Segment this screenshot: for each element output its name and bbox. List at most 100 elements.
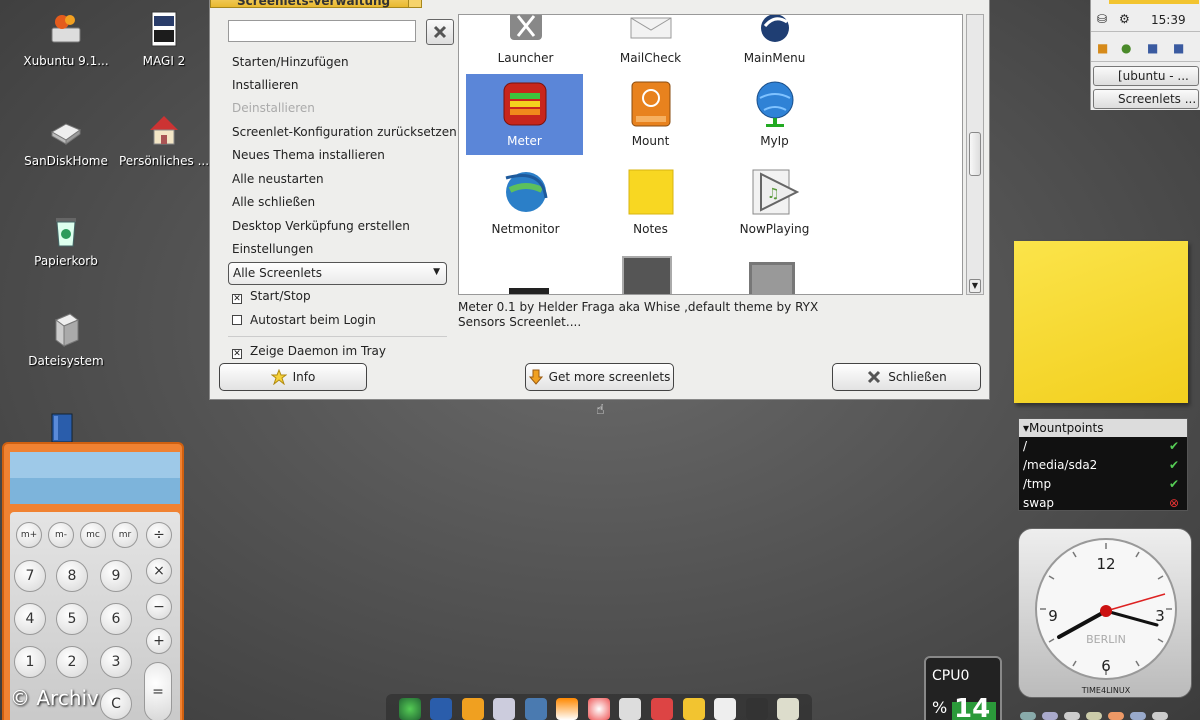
screenlet-item-launcher[interactable]: Launcher	[467, 15, 584, 65]
menu-desktop-link[interactable]: Desktop Verküpfung erstellen	[232, 219, 410, 233]
mountpoints-widget[interactable]: ▾Mountpoints / ✔ /media/sda2 ✔ /tmp ✔ swap ⊗	[1018, 418, 1188, 511]
screenlet-item-netmonitor[interactable]: Netmonitor	[467, 168, 584, 249]
calc-key-equals[interactable]: =	[144, 662, 172, 720]
calc-key-mr[interactable]: mr	[112, 522, 138, 548]
dock-disc-icon[interactable]	[587, 698, 610, 720]
dock-games-icon[interactable]	[651, 698, 674, 720]
screenlet-item-partial[interactable]	[622, 256, 672, 294]
desktop-icon-sandisk[interactable]: SanDiskHome	[18, 110, 114, 168]
screenlet-item-mailcheck[interactable]: MailCheck	[592, 15, 709, 65]
search-input[interactable]	[228, 20, 416, 42]
browser-icon[interactable]: ●	[1121, 41, 1131, 55]
scroll-down-button[interactable]: ▼	[969, 279, 981, 293]
grid-scrollbar[interactable]: ▼	[966, 14, 984, 295]
tray-icon[interactable]	[1108, 712, 1124, 720]
screenlet-item-notes[interactable]: Notes	[592, 168, 709, 249]
globe-icon	[751, 80, 799, 128]
dock-mail-icon[interactable]	[430, 698, 453, 720]
cpu-meter-widget[interactable]: CPU0 % 14	[924, 656, 1002, 720]
dock-vlc-icon[interactable]	[556, 698, 579, 720]
desktop-icon-label: Xubuntu 9.1...	[23, 54, 109, 68]
screenlet-item-partial[interactable]	[749, 262, 795, 294]
calc-key-mplus[interactable]: m+	[16, 522, 42, 548]
calc-key-mminus[interactable]: m-	[48, 522, 74, 548]
calc-key-9[interactable]: 9	[100, 560, 132, 592]
tray-icon[interactable]	[1042, 712, 1058, 720]
tray-icon[interactable]	[1152, 712, 1168, 720]
dock-terminal-icon[interactable]	[745, 698, 768, 720]
notes-widget[interactable]	[1014, 241, 1188, 403]
screenlet-description: Meter 0.1 by Helder Fraga aka Whise ,def…	[458, 300, 819, 329]
calc-key-mc[interactable]: mc	[80, 522, 106, 548]
calc-key-1[interactable]: 1	[14, 646, 46, 678]
calc-key-plus[interactable]: +	[146, 628, 172, 654]
check-daemon-tray[interactable]: ✕ Zeige Daemon im Tray	[232, 344, 386, 359]
taskbar-item-ubuntu[interactable]: [ubuntu - ...	[1093, 66, 1199, 86]
dock-network-icon[interactable]	[524, 698, 547, 720]
screenlet-item-nowplaying[interactable]: ♫ NowPlaying	[716, 168, 833, 249]
dock-editor-icon[interactable]	[493, 698, 516, 720]
calc-key-2[interactable]: 2	[56, 646, 88, 678]
menu-uninstall[interactable]: Deinstallieren	[232, 101, 315, 115]
menu-close-all[interactable]: Alle schließen	[232, 195, 315, 209]
desktop-icon-trash[interactable]: Papierkorb	[18, 210, 114, 268]
screenlet-item-partial[interactable]	[509, 288, 549, 294]
get-more-screenlets-button[interactable]: Get more screenlets	[525, 363, 674, 391]
tray-icon[interactable]	[1020, 712, 1036, 720]
network-icon[interactable]: ⛁	[1097, 12, 1107, 26]
taskbar-item-screenlets[interactable]: Screenlets ...	[1093, 89, 1199, 109]
package-icon[interactable]: ■	[1097, 41, 1108, 55]
menu-reset-config[interactable]: Screenlet-Konfiguration zurücksetzen	[232, 125, 457, 139]
calc-key-multiply[interactable]: ×	[146, 558, 172, 584]
calc-key-6[interactable]: 6	[100, 603, 132, 635]
menu-start-add[interactable]: Starten/Hinzufügen	[232, 55, 349, 69]
close-button[interactable]: Schließen	[832, 363, 981, 391]
tray-icon[interactable]	[1130, 712, 1146, 720]
filter-select[interactable]: Alle Screenlets ▼	[228, 262, 447, 285]
clear-search-button[interactable]	[426, 19, 454, 45]
calc-key-7[interactable]: 7	[14, 560, 46, 592]
calc-key-3[interactable]: 3	[100, 646, 132, 678]
dock-graphics-icon[interactable]	[619, 698, 642, 720]
launcher-icon	[502, 15, 550, 47]
dock-people-icon[interactable]	[461, 698, 484, 720]
calc-key-divide[interactable]: ÷	[146, 522, 172, 548]
clock-widget[interactable]: 12 3 6 9 BERLIN TIME4LINUX	[1018, 528, 1192, 698]
menu-settings[interactable]: Einstellungen	[232, 242, 313, 256]
menu-install-theme[interactable]: Neues Thema installieren	[232, 148, 385, 162]
book-icon[interactable]	[48, 412, 76, 443]
tray-icon[interactable]	[1064, 712, 1080, 720]
mountpoints-header[interactable]: ▾Mountpoints	[1019, 419, 1187, 437]
desktop-icon-home[interactable]: Persönliches ...	[116, 110, 212, 168]
tray-icon[interactable]	[1086, 712, 1102, 720]
check-start-stop[interactable]: ✕ Start/Stop	[232, 289, 311, 304]
screenlet-item-mount[interactable]: Mount	[592, 74, 709, 155]
check-autostart[interactable]: Autostart beim Login	[232, 313, 376, 327]
panel-clock[interactable]: 15:39	[1151, 13, 1186, 27]
calculator-widget[interactable]: m+ m- mc mr ÷ 7 8 9 × 4 5 6 − + 1 2 3 = …	[2, 442, 184, 720]
calc-key-minus[interactable]: −	[146, 594, 172, 620]
screenlet-item-meter[interactable]: Meter	[466, 74, 583, 155]
dock-notes-icon[interactable]	[777, 698, 800, 720]
desktop-icon-filesystem[interactable]: Dateisystem	[18, 310, 114, 368]
calc-key-5[interactable]: 5	[56, 603, 88, 635]
screenlet-item-myip[interactable]: MyIp	[716, 74, 833, 155]
mount-path: /media/sda2	[1023, 458, 1098, 472]
files-icon[interactable]: ■	[1173, 41, 1184, 55]
calc-key-clear[interactable]: C	[100, 688, 132, 720]
screenlet-item-mainmenu[interactable]: MainMenu	[716, 15, 833, 65]
menu-install[interactable]: Installieren	[232, 78, 299, 92]
terminal-icon[interactable]: ■	[1147, 41, 1158, 55]
scrollbar-thumb[interactable]	[969, 132, 981, 176]
dock-document-icon[interactable]	[714, 698, 737, 720]
filter-select-value: Alle Screenlets	[233, 266, 323, 280]
calc-key-4[interactable]: 4	[14, 603, 46, 635]
dock-folder-icon[interactable]	[682, 698, 705, 720]
info-button[interactable]: Info	[219, 363, 367, 391]
desktop-icon-magi[interactable]: MAGI 2	[116, 10, 212, 68]
menu-restart-all[interactable]: Alle neustarten	[232, 172, 324, 186]
dock-browser-icon[interactable]	[398, 698, 421, 720]
calc-key-8[interactable]: 8	[56, 560, 88, 592]
desktop-icon-xubuntu[interactable]: Xubuntu 9.1...	[18, 10, 114, 68]
settings-icon[interactable]: ⚙	[1119, 12, 1130, 26]
